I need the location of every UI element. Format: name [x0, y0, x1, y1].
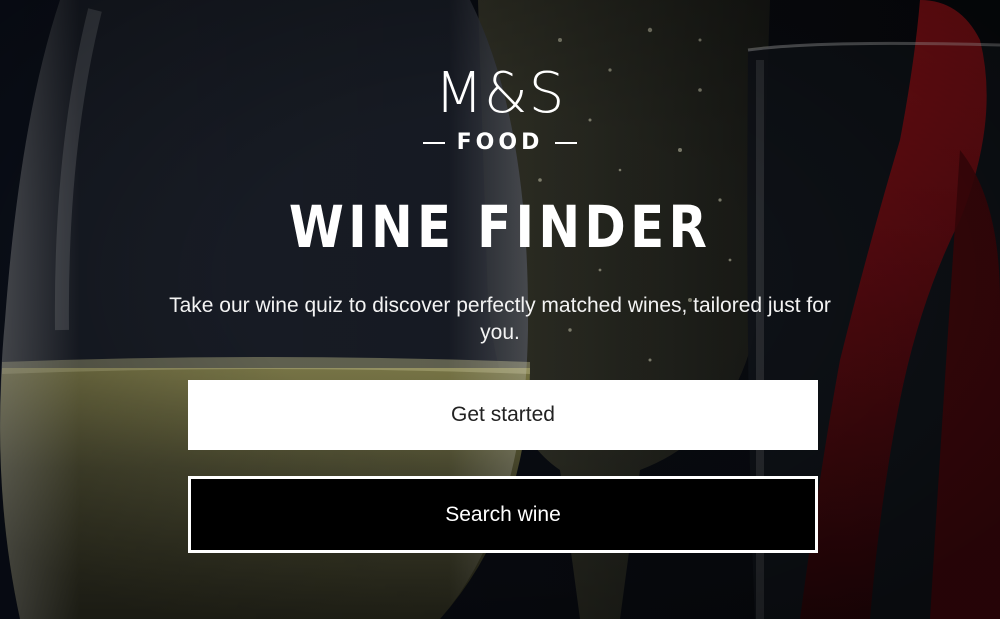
logo-sub-text-row: FOOD: [400, 130, 600, 156]
page-description: Take our wine quiz to discover perfectly…: [169, 294, 831, 344]
page-title: WINE FINDER: [288, 193, 712, 261]
wine-finder-screen: M&S FOOD WINE FINDER Take our wine quiz …: [0, 0, 1000, 619]
ms-food-logo: M&S FOOD: [400, 62, 600, 156]
logo-dash-left: [422, 142, 445, 144]
logo-main-text: M&S: [434, 61, 566, 126]
logo-dash-right: [555, 142, 578, 144]
logo-sub-text: FOOD: [456, 130, 544, 155]
search-wine-button-label: Search wine: [445, 502, 561, 526]
search-wine-button[interactable]: Search wine: [188, 476, 818, 553]
get-started-button[interactable]: Get started: [188, 380, 818, 450]
get-started-button-label: Get started: [451, 403, 555, 426]
